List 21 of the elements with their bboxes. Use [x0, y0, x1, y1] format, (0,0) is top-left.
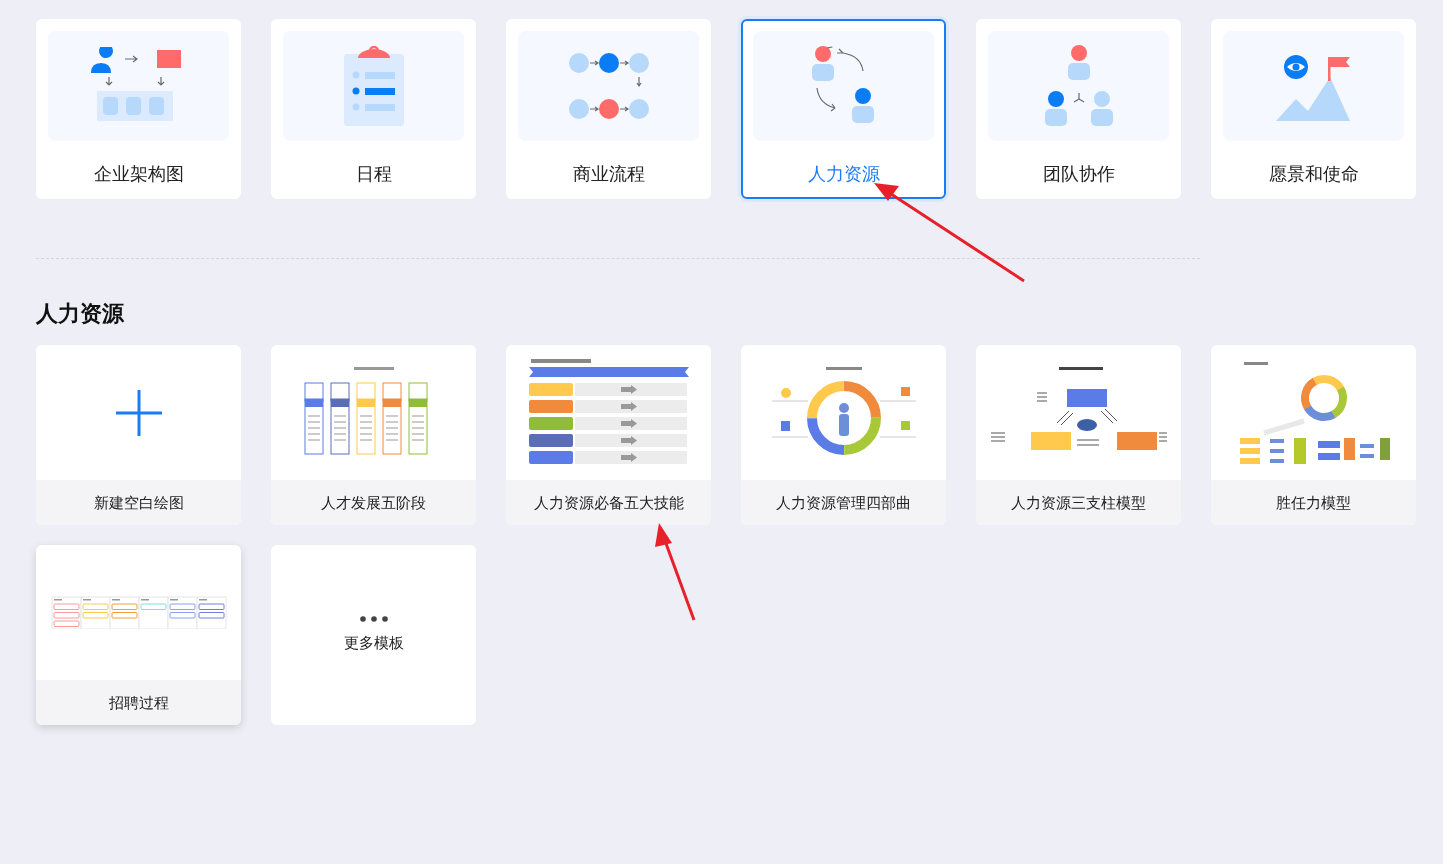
category-card[interactable]: 商业流程	[506, 19, 711, 199]
section-title: 人力资源	[36, 301, 125, 328]
category-card[interactable]: 人力资源	[741, 19, 946, 199]
template-card[interactable]: 新建空白绘图	[36, 345, 241, 526]
template-card[interactable]: 人力资源必备五大技能	[506, 345, 711, 526]
more-templates-card[interactable]: 更多模板	[271, 545, 476, 726]
category-card[interactable]: 愿景和使命	[1211, 19, 1416, 199]
category-card[interactable]: 日程	[271, 19, 476, 199]
template-card[interactable]: 人力资源管理四部曲	[741, 345, 946, 526]
team-icon	[1043, 45, 1114, 127]
category-card[interactable]: 企业架构图	[36, 19, 241, 199]
flowchart-icon	[567, 52, 650, 120]
clipboard-icon	[341, 46, 406, 126]
more-icon	[359, 616, 388, 623]
template-card[interactable]: 人力资源三支柱模型	[976, 345, 1181, 526]
template-card[interactable]: 胜任力模型	[1211, 345, 1416, 526]
plus-icon	[115, 389, 162, 436]
category-card[interactable]: 团队协作	[976, 19, 1181, 199]
template-card[interactable]: 招聘过程	[36, 545, 241, 726]
template-card[interactable]: 人才发展五阶段	[271, 345, 476, 526]
people-exchange-icon	[810, 46, 877, 126]
